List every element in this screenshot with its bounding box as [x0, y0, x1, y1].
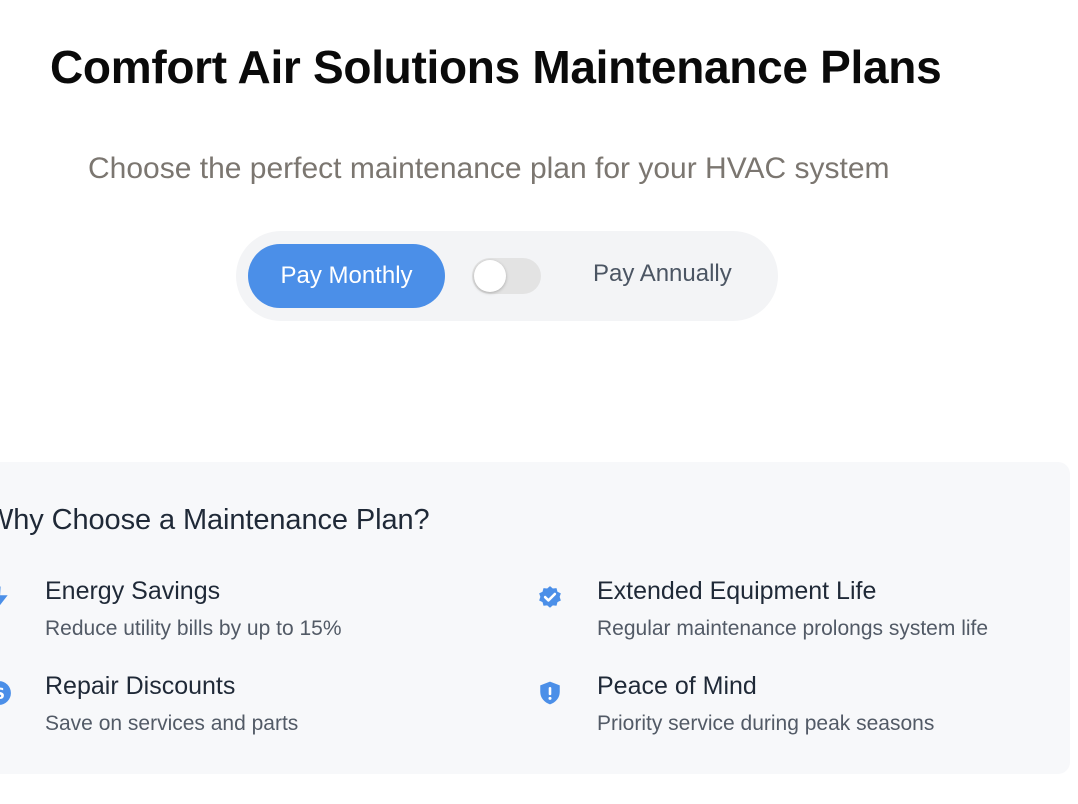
switch-knob[interactable]: [474, 260, 506, 292]
shield-exclamation-icon: [540, 681, 560, 705]
page-subtitle: Choose the perfect maintenance plan for …: [88, 152, 890, 185]
benefit-description: Regular maintenance prolongs system life: [597, 617, 989, 640]
benefit-heading: Energy Savings: [45, 577, 221, 605]
page: Comfort Air Solutions Maintenance Plans …: [0, 0, 1078, 804]
svg-text:$: $: [0, 684, 5, 704]
page-title: Comfort Air Solutions Maintenance Plans: [50, 41, 942, 93]
benefits-title: Why Choose a Maintenance Plan?: [0, 504, 430, 536]
benefit-heading: Repair Discounts: [45, 672, 236, 700]
pay-annually-label[interactable]: Pay Annually: [593, 260, 732, 288]
billing-switch[interactable]: [472, 258, 541, 294]
benefit-heading: Extended Equipment Life: [597, 577, 877, 605]
pay-monthly-button[interactable]: Pay Monthly: [248, 244, 445, 308]
lightning-bolt-icon: [0, 586, 8, 606]
benefit-heading: Peace of Mind: [597, 672, 757, 700]
benefit-description: Reduce utility bills by up to 15%: [45, 617, 342, 640]
dollar-icon: $: [0, 681, 11, 705]
benefit-description: Save on services and parts: [45, 712, 299, 735]
badge-check-icon: [539, 586, 561, 608]
benefits-panel: Why Choose a Maintenance Plan? Energy Sa…: [0, 462, 1070, 774]
billing-period-toggle: Pay Monthly Pay Annually: [236, 231, 778, 321]
benefit-description: Priority service during peak seasons: [597, 712, 935, 735]
